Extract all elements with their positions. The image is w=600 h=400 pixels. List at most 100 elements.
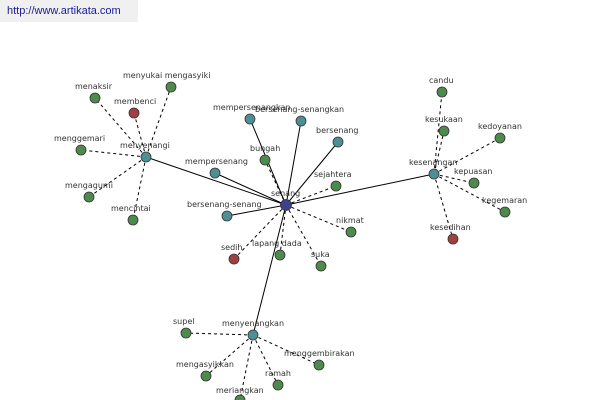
node-label-suka: suka	[311, 250, 330, 259]
node-kesedihan[interactable]: kesedihan	[430, 223, 471, 245]
node-marker-membenci[interactable]	[128, 107, 140, 119]
node-marker-supel[interactable]	[180, 327, 192, 339]
node-label-sejahtera: sejahtera	[314, 170, 352, 179]
edge-senang-bungah	[264, 159, 287, 206]
node-mengagumi[interactable]: mengagumi	[65, 181, 113, 203]
node-marker-kesedihan[interactable]	[447, 233, 459, 245]
node-marker-menggemari[interactable]	[75, 144, 87, 156]
node-marker-kedoyanan[interactable]	[494, 132, 506, 144]
node-marker-kesenangan[interactable]	[428, 168, 440, 180]
node-label-membenci: membenci	[114, 97, 156, 106]
node-meriangkan[interactable]: meriangkan	[216, 386, 264, 400]
node-marker-ramah[interactable]	[272, 379, 284, 391]
node-marker-menggembirakan[interactable]	[313, 359, 325, 371]
node-marker-kesukaan[interactable]	[438, 125, 450, 137]
node-marker-lapang-dada[interactable]	[274, 249, 286, 261]
edge-menyenangi-menggemari	[80, 149, 147, 158]
node-label-mencintai: mencintai	[111, 204, 151, 213]
node-marker-mencintai[interactable]	[127, 214, 139, 226]
node-marker-mempersenang[interactable]	[209, 167, 221, 179]
node-label-mengagumi: mengagumi	[65, 181, 113, 190]
node-label-mempersenang: mempersenang	[185, 157, 248, 166]
node-marker-kegemaran[interactable]	[499, 206, 511, 218]
node-marker-mengagumi[interactable]	[83, 191, 95, 203]
node-marker-meriangkan[interactable]	[234, 394, 246, 400]
node-marker-sedih[interactable]	[228, 253, 240, 265]
node-label-kepuasan: kepuasan	[454, 167, 492, 176]
node-label-menggemari: menggemari	[54, 134, 105, 143]
node-nikmat[interactable]: nikmat	[336, 216, 364, 238]
node-kesukaan[interactable]: kesukaan	[425, 115, 463, 137]
node-supel[interactable]: supel	[173, 317, 194, 339]
node-marker-kepuasan[interactable]	[468, 177, 480, 189]
node-label-bersenang-senang: bersenang-senang	[187, 200, 262, 209]
node-label-bersenang: bersenang	[316, 126, 359, 135]
node-bersenang-senang[interactable]: bersenang-senang	[187, 200, 262, 222]
node-label-lapang-dada: lapang dada	[252, 239, 302, 248]
node-ramah[interactable]: ramah	[265, 369, 291, 391]
edge-menyenangkan-mengasyikkan	[205, 334, 254, 377]
node-marker-sejahtera[interactable]	[330, 180, 342, 192]
node-marker-menaksir[interactable]	[89, 92, 101, 104]
node-marker-mempersenangkan[interactable]	[244, 113, 256, 125]
nodes-layer: senang menyenangi kesenangan menyenangkan me…	[54, 71, 527, 400]
node-marker-mengasyikkan[interactable]	[200, 370, 212, 382]
node-label-menaksir: menaksir	[75, 82, 113, 91]
node-menggembirakan[interactable]: menggembirakan	[284, 349, 355, 371]
node-label-kegemaran: kegemaran	[482, 196, 527, 205]
node-menyenangkan[interactable]: menyenangkan	[222, 319, 284, 341]
node-mengasyikkan[interactable]: mengasyikkan	[176, 360, 234, 382]
node-marker-senang[interactable]	[280, 199, 292, 211]
node-candu[interactable]: candu	[429, 76, 454, 98]
node-menyenangi[interactable]: menyenangi	[120, 141, 170, 163]
node-label-senang: senang	[271, 189, 300, 198]
node-menyukai-mengasyiki[interactable]: menyukai mengasyiki	[123, 71, 211, 93]
node-bersenang-senangkan[interactable]: bersenang-senangkan	[255, 105, 344, 127]
node-label-menyenangi: menyenangi	[120, 141, 170, 150]
node-label-kesenangan: kesenangan	[409, 158, 457, 167]
node-marker-nikmat[interactable]	[345, 226, 357, 238]
node-membenci[interactable]: membenci	[114, 97, 156, 119]
node-label-nikmat: nikmat	[336, 216, 364, 225]
node-label-kesedihan: kesedihan	[430, 223, 471, 232]
node-kepuasan[interactable]: kepuasan	[454, 167, 492, 189]
node-bersenang[interactable]: bersenang	[316, 126, 359, 148]
edge-menyenangkan-supel	[185, 332, 254, 336]
node-label-meriangkan: meriangkan	[216, 386, 264, 395]
node-kegemaran[interactable]: kegemaran	[482, 196, 527, 218]
node-label-menyenangkan: menyenangkan	[222, 319, 284, 328]
node-marker-bersenang-senangkan[interactable]	[295, 115, 307, 127]
node-lapang-dada[interactable]: lapang dada	[252, 239, 302, 261]
node-sejahtera[interactable]: sejahtera	[314, 170, 352, 192]
node-label-kedoyanan: kedoyanan	[478, 122, 522, 131]
word-relation-graph: senang menyenangi kesenangan menyenangkan me…	[54, 71, 527, 400]
node-label-bersenang-senangkan: bersenang-senangkan	[255, 105, 344, 114]
node-label-supel: supel	[173, 317, 194, 326]
node-marker-bersenang[interactable]	[332, 136, 344, 148]
node-mempersenang[interactable]: mempersenang	[185, 157, 248, 179]
edge-menyenangi-mengagumi	[88, 156, 147, 198]
node-label-candu: candu	[429, 76, 454, 85]
node-label-sedih: sedih	[221, 243, 242, 252]
node-menaksir[interactable]: menaksir	[75, 82, 113, 104]
node-label-ramah: ramah	[265, 369, 291, 378]
node-mencintai[interactable]: mencintai	[111, 204, 151, 226]
node-label-kesukaan: kesukaan	[425, 115, 463, 124]
edge-senang-menyenangkan	[252, 204, 287, 336]
node-suka[interactable]: suka	[311, 250, 330, 272]
node-label-menyukai-mengasyiki: menyukai mengasyiki	[123, 71, 211, 80]
node-label-mengasyikkan: mengasyikkan	[176, 360, 234, 369]
edge-kesenangan-kegemaran	[433, 173, 506, 213]
node-kedoyanan[interactable]: kedoyanan	[478, 122, 522, 144]
node-marker-menyenangkan[interactable]	[247, 329, 259, 341]
node-marker-bersenang-senang[interactable]	[221, 210, 233, 222]
node-marker-menyenangi[interactable]	[140, 151, 152, 163]
node-marker-bungah[interactable]	[259, 154, 271, 166]
node-marker-menyukai-mengasyiki[interactable]	[165, 81, 177, 93]
node-kesenangan[interactable]: kesenangan	[409, 158, 457, 180]
node-label-menggembirakan: menggembirakan	[284, 349, 355, 358]
node-marker-suka[interactable]	[315, 260, 327, 272]
node-label-bungah: bungah	[250, 144, 280, 153]
edge-kesenangan-kesukaan	[433, 130, 445, 175]
node-marker-candu[interactable]	[436, 86, 448, 98]
